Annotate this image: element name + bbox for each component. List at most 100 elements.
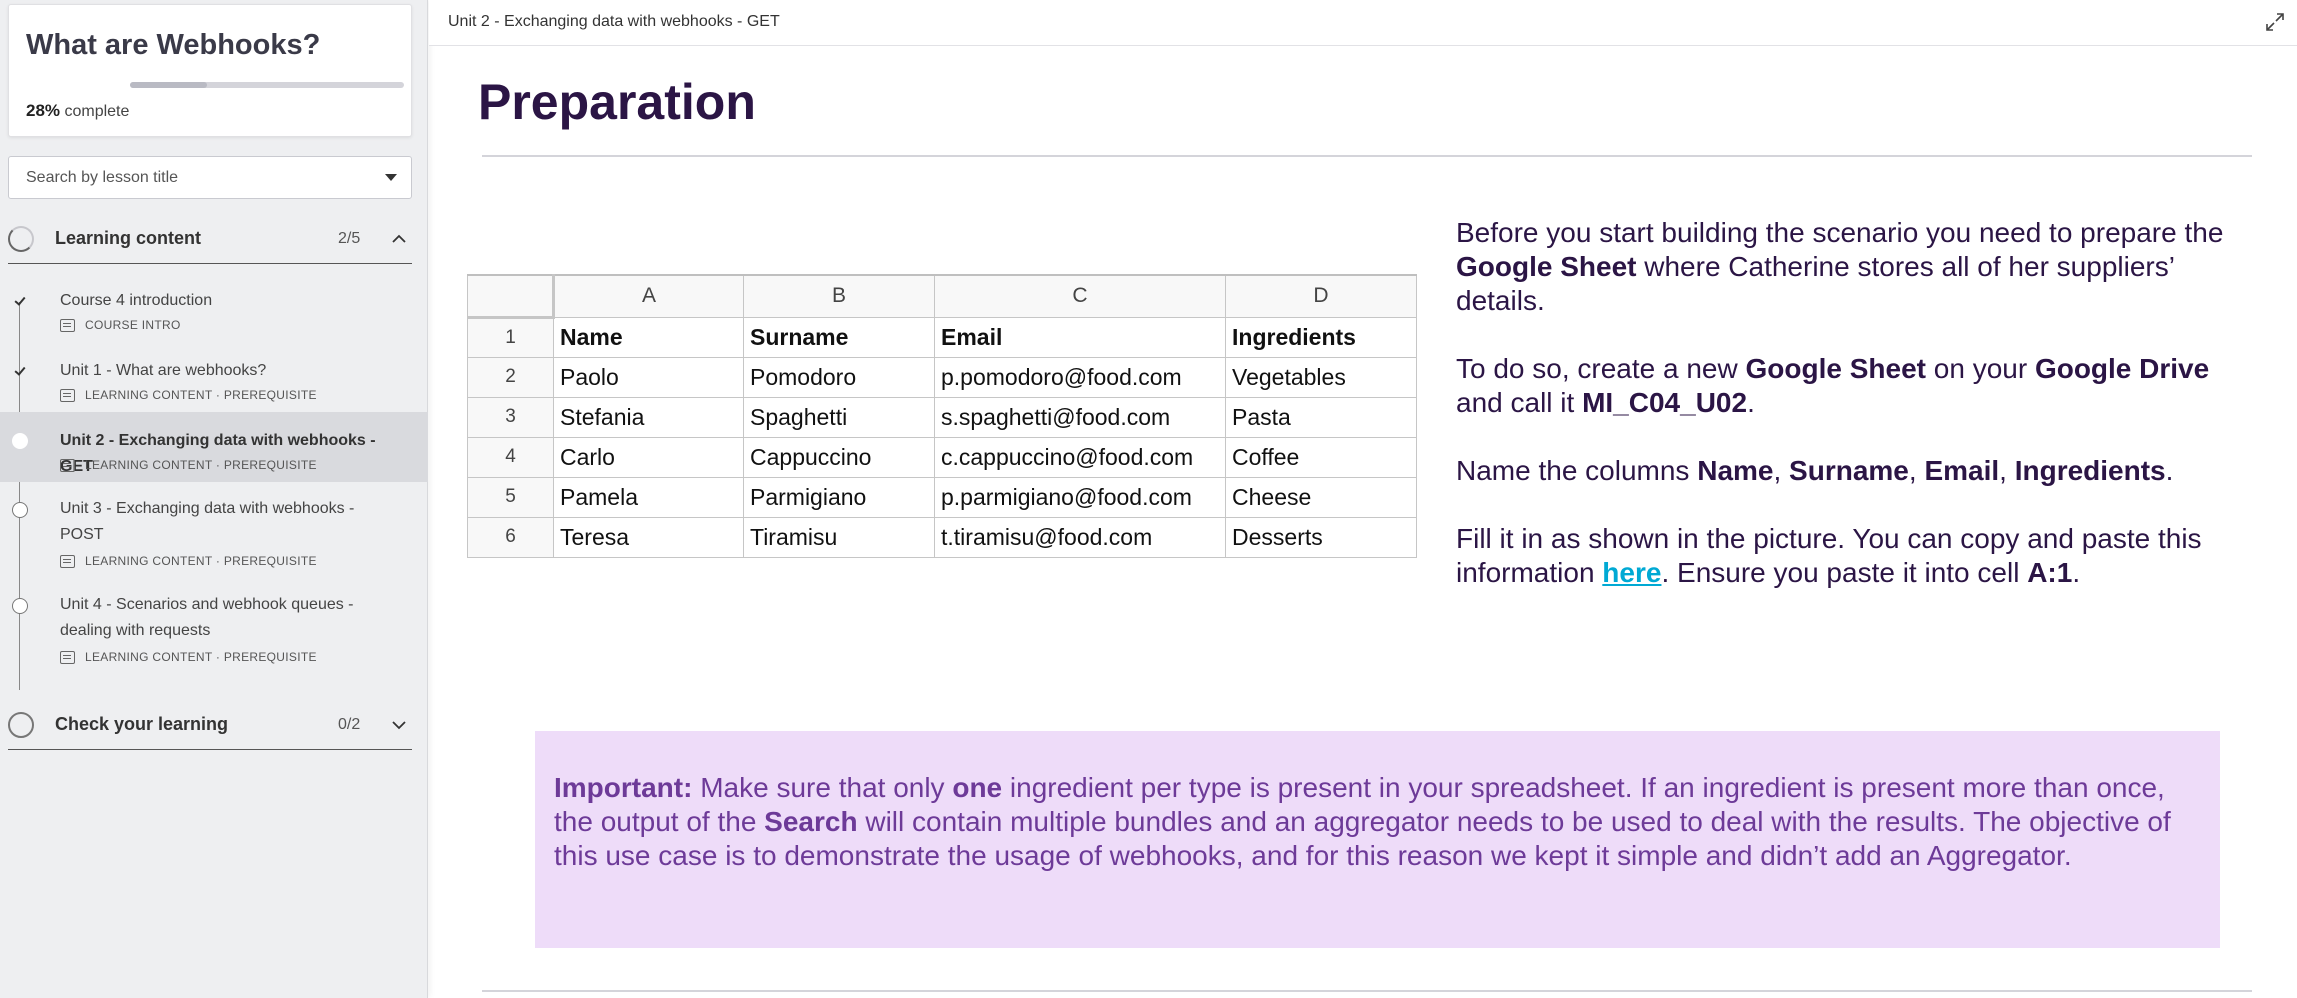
sheet-cell: t.tiramisu@food.com xyxy=(934,516,1226,558)
sheet-cell: Cappuccino xyxy=(743,436,935,478)
row-number: 2 xyxy=(467,356,554,398)
sheet-cell: Stefania xyxy=(553,396,744,438)
section-learning-content[interactable]: Learning content 2/5 xyxy=(8,216,412,264)
bold-run: Ingredients xyxy=(2014,455,2166,486)
lesson-meta: LEARNING CONTENT · PREREQUISITE xyxy=(60,388,317,402)
spreadsheet-image: A B C D 1 Name Surname Email Ingredients… xyxy=(467,274,1417,558)
text-run: , xyxy=(1773,455,1790,486)
bold-run: Google Sheet xyxy=(1456,251,1637,282)
important-callout: Important: Make sure that only one ingre… xyxy=(535,731,2220,948)
bold-run: Surname xyxy=(1789,455,1909,486)
column-letter: B xyxy=(743,274,935,318)
bold-run: MI_C04_U02 xyxy=(1582,387,1748,418)
here-link[interactable]: here xyxy=(1602,557,1661,588)
lesson-item-unit-3[interactable]: Unit 3 - Exchanging data with webhooks -… xyxy=(0,482,428,578)
bold-run: A:1 xyxy=(2027,557,2073,588)
sheet-row: 6 Teresa Tiramisu t.tiramisu@food.com De… xyxy=(467,516,1417,558)
text-run: Name the columns xyxy=(1456,455,1698,486)
lesson-title: Unit 2 - Exchanging data with webhooks -… xyxy=(60,432,376,475)
text-run: . Ensure you paste it into cell xyxy=(1661,557,2028,588)
chevron-up-icon[interactable] xyxy=(392,229,406,249)
sheet-cell: Pamela xyxy=(553,476,744,518)
text-run: Before you start building the scenario y… xyxy=(1456,217,2224,248)
section-label: Check your learning xyxy=(55,714,229,734)
lesson-meta: LEARNING CONTENT · PREREQUISITE xyxy=(60,554,317,568)
content-icon xyxy=(60,554,75,568)
progress-bar xyxy=(130,82,404,88)
lesson-title: Course 4 introduction xyxy=(60,292,213,309)
lesson-title: Unit 4 - Scenarios and webhook queues - … xyxy=(60,596,354,639)
course-title: What are Webhooks? xyxy=(26,29,321,61)
lesson-meta: LEARNING CONTENT · PREREQUISITE xyxy=(60,650,317,664)
sheet-row: 4 Carlo Cappuccino c.cappuccino@food.com… xyxy=(467,436,1417,478)
text-run: . xyxy=(2165,455,2174,486)
lesson-item-unit-2[interactable]: Unit 2 - Exchanging data with webhooks -… xyxy=(0,412,428,482)
instruction-paragraph-1: Before you start building the scenario y… xyxy=(1456,216,2246,318)
sheet-cell: Name xyxy=(553,316,744,358)
instruction-paragraph-2: To do so, create a new Google Sheet on y… xyxy=(1456,352,2246,420)
document-icon xyxy=(60,318,75,332)
sheet-cell: Vegetables xyxy=(1225,356,1417,398)
text-run: Make sure that only xyxy=(692,772,953,803)
row-number: 6 xyxy=(467,516,554,558)
check-icon xyxy=(12,294,28,310)
lesson-meta: COURSE INTRO xyxy=(60,318,181,332)
lesson-item-course-intro[interactable]: Course 4 introduction COURSE INTRO xyxy=(0,272,428,342)
callout-lead: Important: xyxy=(554,772,693,803)
lesson-meta: LEARNING CONTENT · PREREQUISITE xyxy=(60,458,317,472)
lesson-meta-text: COURSE INTRO xyxy=(85,318,181,332)
sheet-cell: Spaghetti xyxy=(743,396,935,438)
section-label: Learning content xyxy=(55,228,202,248)
instruction-paragraph-3: Name the columns Name, Surname, Email, I… xyxy=(1456,454,2246,488)
chevron-down-icon[interactable] xyxy=(392,715,406,735)
sheet-cell: Paolo xyxy=(553,356,744,398)
bold-run: Google Drive xyxy=(2034,353,2210,384)
page-title: Preparation xyxy=(478,74,756,130)
row-number: 3 xyxy=(467,396,554,438)
sheet-cell: Parmigiano xyxy=(743,476,935,518)
topbar-title: Unit 2 - Exchanging data with webhooks -… xyxy=(448,13,780,30)
section-count: 2/5 xyxy=(338,230,361,247)
sheet-cell: Ingredients xyxy=(1225,316,1417,358)
divider xyxy=(482,990,2252,992)
instructions-text: Before you start building the scenario y… xyxy=(1456,216,2246,624)
check-icon xyxy=(12,364,28,380)
divider xyxy=(482,155,2252,157)
sheet-cell: Desserts xyxy=(1225,516,1417,558)
content-icon xyxy=(60,650,75,664)
progress-ring-icon xyxy=(8,226,34,252)
text-run: and call it xyxy=(1456,387,1583,418)
sheet-cell: p.parmigiano@food.com xyxy=(934,476,1226,518)
incomplete-circle-icon xyxy=(12,598,28,614)
sheet-row: 3 Stefania Spaghetti s.spaghetti@food.co… xyxy=(467,396,1417,438)
sheet-row: 5 Pamela Parmigiano p.parmigiano@food.co… xyxy=(467,476,1417,518)
sheet-cell: Tiramisu xyxy=(743,516,935,558)
text-run: on your xyxy=(1925,353,2035,384)
progress-bar-fill xyxy=(130,82,207,88)
current-lesson-dot-icon xyxy=(12,433,28,449)
sheet-cell: s.spaghetti@food.com xyxy=(934,396,1226,438)
column-letter: A xyxy=(553,274,744,318)
lesson-item-unit-1[interactable]: Unit 1 - What are webhooks? LEARNING CON… xyxy=(0,342,428,412)
column-letter: D xyxy=(1225,274,1417,318)
section-count: 0/2 xyxy=(338,716,361,733)
expand-icon[interactable] xyxy=(2263,10,2287,34)
sheet-cell: Pasta xyxy=(1225,396,1417,438)
content-icon xyxy=(60,388,75,402)
sheet-cell: Surname xyxy=(743,316,935,358)
sheet-cell: Carlo xyxy=(553,436,744,478)
progress-text: 28% complete xyxy=(26,101,129,121)
row-number: 1 xyxy=(467,316,554,358)
lesson-item-unit-4[interactable]: Unit 4 - Scenarios and webhook queues - … xyxy=(0,578,428,674)
sheet-cell: p.pomodoro@food.com xyxy=(934,356,1226,398)
course-sidebar: What are Webhooks? 28% complete Search b… xyxy=(0,0,428,998)
column-header-row: A B C D xyxy=(467,274,1417,319)
progress-percent: 28% xyxy=(26,101,61,120)
bold-run: Google Sheet xyxy=(1745,353,1926,384)
section-check-your-learning[interactable]: Check your learning 0/2 xyxy=(8,702,412,750)
text-run: . xyxy=(1747,387,1755,418)
lesson-search-select[interactable]: Search by lesson title xyxy=(8,156,412,199)
lesson-meta-text: LEARNING CONTENT · PREREQUISITE xyxy=(85,388,317,402)
incomplete-circle-icon xyxy=(8,712,34,738)
lesson-meta-text: LEARNING CONTENT · PREREQUISITE xyxy=(85,458,317,472)
